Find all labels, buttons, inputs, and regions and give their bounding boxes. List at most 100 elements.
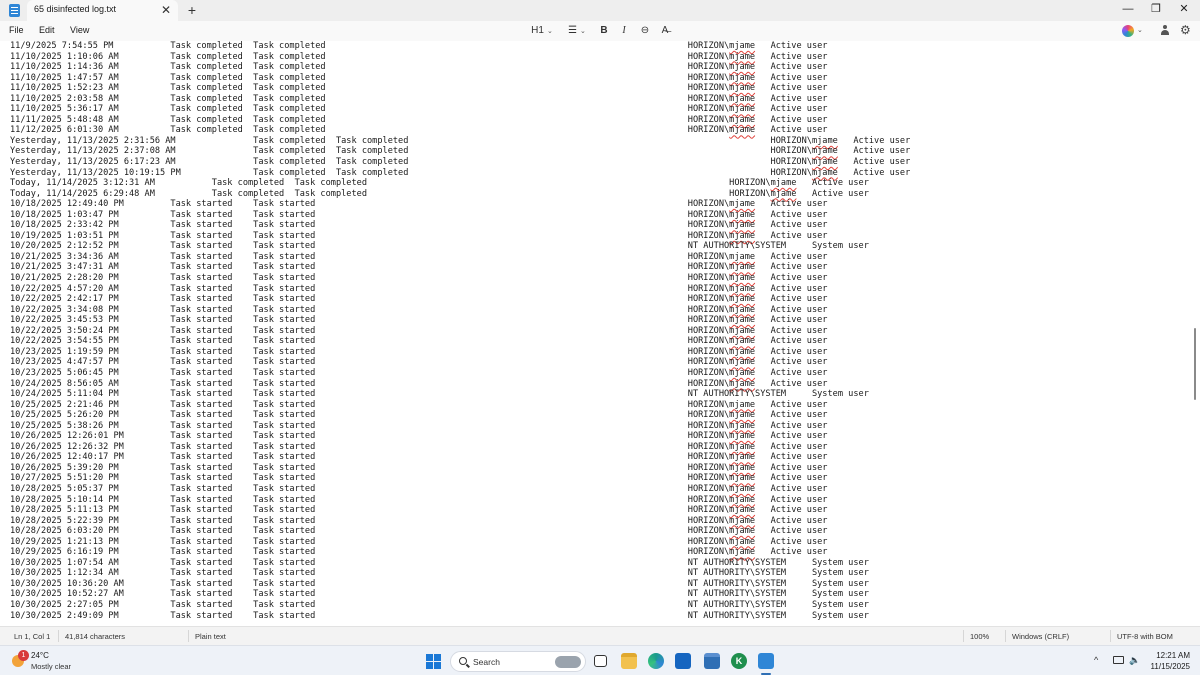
log-line: 10/23/2025 1:19:59 PM Task started Task … (10, 346, 828, 357)
log-line: 10/30/2025 2:27:05 PM Task started Task … (10, 599, 869, 610)
close-window-button[interactable]: ✕ (1169, 0, 1199, 21)
kaspersky-icon[interactable]: K (731, 653, 747, 669)
misspelled-username: mjame (729, 441, 756, 452)
log-line: 10/30/2025 10:52:27 AM Task started Task… (10, 589, 869, 600)
log-line: 10/26/2025 5:39:20 PM Task started Task … (10, 462, 828, 473)
menu-edit[interactable]: Edit (39, 25, 55, 35)
misspelled-username: mjame (729, 410, 756, 421)
vertical-scrollbar[interactable] (1191, 41, 1200, 626)
misspelled-username: mjame (729, 336, 756, 347)
log-line: 10/18/2025 12:49:40 PM Task started Task… (10, 199, 828, 210)
log-line: 10/28/2025 5:10:14 PM Task started Task … (10, 494, 828, 505)
log-line: 10/22/2025 3:50:24 PM Task started Task … (10, 325, 828, 336)
tray-overflow-chevron-icon[interactable]: ^ (1094, 655, 1098, 665)
settings-gear-icon[interactable]: ⚙ (1180, 23, 1191, 37)
account-icon[interactable] (1160, 25, 1170, 36)
clear-formatting-icon[interactable]: A̶ (658, 24, 672, 38)
log-line: 10/18/2025 2:33:42 PM Task started Task … (10, 220, 828, 231)
misspelled-username: mjame (729, 483, 756, 494)
minimize-button[interactable]: — (1113, 0, 1143, 21)
log-line: Yesterday, 11/13/2025 2:31:56 AM Task co… (10, 135, 911, 146)
misspelled-username: mjame (729, 304, 756, 315)
notepad-taskbar-icon[interactable] (758, 653, 774, 669)
log-line: 10/22/2025 3:54:55 PM Task started Task … (10, 336, 828, 347)
edge-browser-icon[interactable] (648, 653, 664, 669)
line-ending[interactable]: Windows (CRLF) (1012, 632, 1069, 641)
misspelled-username: mjame (811, 135, 838, 146)
cursor-position[interactable]: Ln 1, Col 1 (14, 632, 50, 641)
chevron-down-icon[interactable]: ⌄ (1137, 26, 1143, 34)
zoom-level[interactable]: 100% (970, 632, 989, 641)
heading-dropdown[interactable]: H1 ⌄ (530, 24, 554, 38)
log-line: 10/25/2025 5:26:20 PM Task started Task … (10, 410, 828, 421)
log-line: 10/22/2025 2:42:17 PM Task started Task … (10, 294, 828, 305)
encoding[interactable]: UTF-8 with BOM (1117, 632, 1173, 641)
outlook-icon[interactable] (675, 653, 691, 669)
italic-button[interactable]: I (618, 24, 630, 38)
misspelled-username: mjame (729, 230, 756, 241)
maximize-button[interactable]: ❐ (1141, 0, 1171, 21)
volume-icon[interactable]: 🔈 (1129, 655, 1140, 666)
start-windows-icon[interactable] (426, 654, 441, 669)
title-bar: 65 disinfected log.txt ✕ + — ❐ ✕ (0, 0, 1200, 21)
misspelled-username: mjame (729, 547, 756, 558)
log-line: 10/28/2025 5:11:13 PM Task started Task … (10, 505, 828, 516)
microsoft-store-icon[interactable] (704, 653, 720, 669)
new-tab-button[interactable]: + (184, 2, 200, 18)
log-line: 10/26/2025 12:26:32 PM Task started Task… (10, 441, 828, 452)
status-divider (188, 630, 189, 642)
scrollbar-thumb[interactable] (1194, 328, 1196, 400)
log-line: 10/28/2025 6:03:20 PM Task started Task … (10, 526, 828, 537)
copilot-icon[interactable] (1122, 25, 1134, 37)
search-label: Search (473, 657, 500, 667)
tab-close-icon[interactable]: ✕ (159, 2, 173, 18)
list-dropdown[interactable]: ☰ ⌄ (565, 24, 589, 38)
log-line: 10/21/2025 3:34:36 AM Task started Task … (10, 251, 828, 262)
log-line: 10/21/2025 2:28:20 PM Task started Task … (10, 273, 828, 284)
log-line: 10/21/2025 3:47:31 AM Task started Task … (10, 262, 828, 273)
bold-button[interactable]: B (598, 24, 610, 38)
log-line: 10/29/2025 6:16:19 PM Task started Task … (10, 547, 828, 558)
misspelled-username: mjame (729, 283, 756, 294)
log-line: 11/11/2025 5:48:48 AM Task completed Tas… (10, 114, 828, 125)
misspelled-username: mjame (729, 251, 756, 262)
document-tab[interactable]: 65 disinfected log.txt ✕ (27, 0, 178, 21)
log-line: 10/25/2025 5:38:26 PM Task started Task … (10, 420, 828, 431)
log-line: 11/9/2025 7:54:55 PM Task completed Task… (10, 41, 828, 51)
network-icon[interactable] (1113, 656, 1124, 664)
menu-bar: File Edit View H1 ⌄ ☰ ⌄ B I ⊖ A̶ (0, 21, 1200, 41)
log-line: Today, 11/14/2025 3:12:31 AM Task comple… (10, 178, 869, 189)
misspelled-username: mjame (729, 526, 756, 537)
clock-time[interactable]: 12:21 AM (1148, 651, 1190, 660)
document-format[interactable]: Plain text (195, 632, 226, 641)
menu-view[interactable]: View (70, 25, 89, 35)
weather-condition[interactable]: Mostly clear (31, 662, 71, 671)
text-editor[interactable]: 11/9/2025 7:54:55 PM Task completed Task… (0, 41, 1190, 626)
misspelled-username: mjame (729, 420, 756, 431)
misspelled-username: mjame (729, 399, 756, 410)
misspelled-username: mjame (729, 315, 756, 326)
log-line: 10/22/2025 4:57:20 AM Task started Task … (10, 283, 828, 294)
log-line: Yesterday, 11/13/2025 10:19:15 PM Task c… (10, 167, 911, 178)
misspelled-username: mjame (729, 505, 756, 516)
link-icon[interactable]: ⊖ (638, 24, 652, 38)
log-line: 10/26/2025 12:40:17 PM Task started Task… (10, 452, 828, 463)
task-view-icon[interactable] (594, 655, 607, 667)
menu-file[interactable]: File (9, 25, 24, 35)
misspelled-username: mjame (729, 114, 756, 125)
misspelled-username: mjame (729, 83, 756, 94)
log-line: 10/24/2025 5:11:04 PM Task started Task … (10, 389, 869, 400)
log-line: 10/25/2025 2:21:46 PM Task started Task … (10, 399, 828, 410)
status-divider (1005, 630, 1006, 642)
misspelled-username: mjame (729, 51, 756, 62)
misspelled-username: mjame (729, 294, 756, 305)
log-line: 10/24/2025 8:56:05 AM Task started Task … (10, 378, 828, 389)
log-line: 11/10/2025 1:10:06 AM Task completed Tas… (10, 51, 828, 62)
log-lines: 11/9/2025 7:54:55 PM Task completed Task… (10, 41, 910, 621)
misspelled-username: mjame (729, 262, 756, 273)
clock-date[interactable]: 11/15/2025 (1148, 662, 1190, 671)
file-explorer-icon[interactable] (621, 653, 637, 669)
taskbar-search[interactable]: Search (450, 651, 586, 672)
weather-temperature[interactable]: 24°C (31, 651, 49, 660)
tab-title: 65 disinfected log.txt (34, 4, 117, 14)
